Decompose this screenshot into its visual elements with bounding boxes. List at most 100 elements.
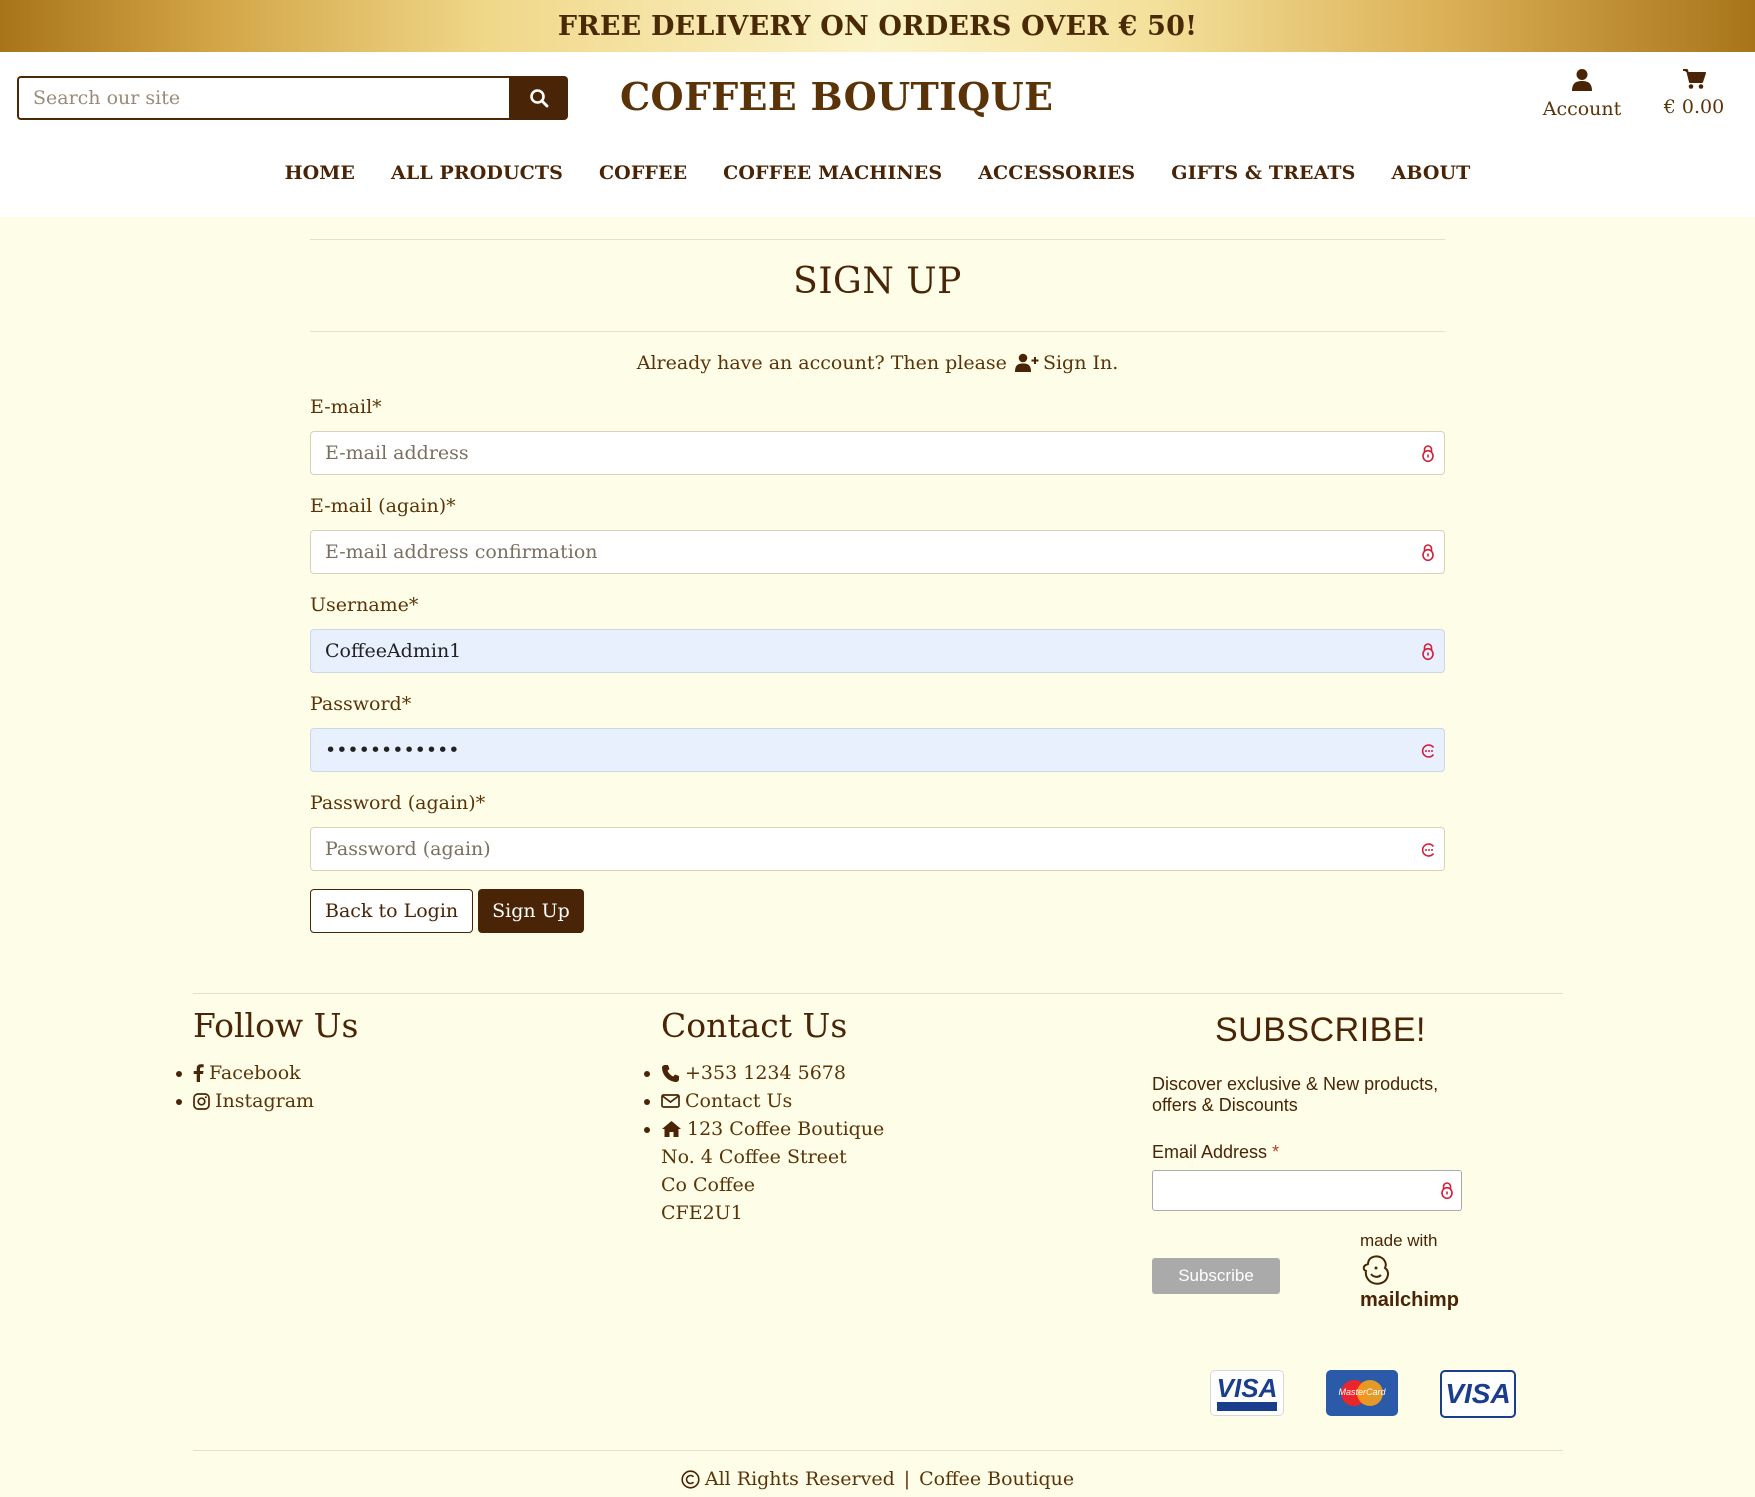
social-list: Facebook Instagram [175, 1059, 358, 1115]
visa-card-icon: VISA [1440, 1370, 1516, 1418]
nav-accessories[interactable]: ACCESSORIES [960, 162, 1153, 184]
mailchimp-logo-icon[interactable] [1360, 1254, 1392, 1286]
instagram-icon [193, 1092, 210, 1110]
username-field[interactable] [310, 629, 1445, 673]
copyright-text: All Rights Reserved [704, 1468, 895, 1490]
password-group: Password* [310, 693, 1445, 772]
home-icon [662, 1121, 681, 1137]
address-line-2: No. 4 Coffee Street [661, 1146, 847, 1168]
lock-icon [1441, 1182, 1453, 1200]
mailchimp-brand[interactable]: mailchimp [1360, 1289, 1459, 1312]
nav-gifts-treats[interactable]: GIFTS & TREATS [1153, 162, 1373, 184]
mastercard-text: MasterCard [1338, 1387, 1386, 1397]
subscribe-description: Discover exclusive & New products, offer… [1152, 1074, 1439, 1115]
subscribe-email-label: Email Address * [1152, 1142, 1279, 1163]
list-item: Facebook [175, 1059, 358, 1087]
lock-icon [1422, 445, 1434, 463]
signin-link[interactable]: Sign In. [1043, 352, 1118, 374]
phone-icon [662, 1064, 679, 1082]
site-header: COFFEE BOUTIQUE Account € 0.00 HOME ALL … [0, 52, 1755, 217]
cart-link[interactable]: € 0.00 [1660, 68, 1728, 118]
contact-us-title: Contact Us [661, 1006, 848, 1045]
nav-home[interactable]: HOME [267, 162, 373, 184]
list-item: 123 Coffee Boutique [643, 1115, 885, 1143]
cart-total: € 0.00 [1663, 96, 1725, 118]
password-again-group: Password (again)* [310, 792, 1445, 871]
list-item: Contact Us [643, 1087, 884, 1115]
signup-section: SIGN UP Already have an account? Then pl… [310, 239, 1445, 933]
address-line-3: Co Coffee [661, 1174, 755, 1196]
promo-banner: FREE DELIVERY ON ORDERS OVER € 50! [0, 0, 1755, 52]
email-again-group: E-mail (again)* [310, 495, 1445, 574]
subscribe-email-input[interactable] [1152, 1170, 1462, 1211]
user-plus-icon [1014, 353, 1039, 372]
address-line-1: 123 Coffee Boutique [687, 1118, 885, 1140]
footer-divider-bottom [193, 1450, 1563, 1451]
nav-coffee[interactable]: COFFEE [581, 162, 705, 184]
account-link[interactable]: Account [1540, 68, 1624, 120]
nav-coffee-machines[interactable]: COFFEE MACHINES [705, 162, 960, 184]
user-icon [1572, 69, 1592, 91]
visa-electron-band [1217, 1402, 1277, 1411]
lock-icon [1422, 643, 1434, 661]
contact-us-column: Contact Us +353 1234 5678 Contact Us 123… [643, 1006, 885, 1227]
divider [310, 331, 1445, 332]
nav-about[interactable]: ABOUT [1373, 162, 1488, 184]
password-manager-icon [1421, 744, 1435, 758]
copyright-icon [681, 1469, 700, 1489]
search-input[interactable] [17, 76, 509, 120]
list-item: +353 1234 5678 [643, 1059, 884, 1087]
mastercard-card-icon: MasterCard [1326, 1370, 1398, 1416]
promo-banner-text: FREE DELIVERY ON ORDERS OVER € 50! [557, 10, 1198, 42]
follow-us-title: Follow Us [193, 1006, 359, 1045]
username-input-wrap [310, 629, 1445, 673]
sign-up-button[interactable]: Sign Up [478, 889, 584, 933]
email-confirm-field[interactable] [310, 530, 1445, 574]
password-label: Password* [310, 693, 412, 715]
password-input-wrap [310, 728, 1445, 772]
made-with-text: made with [1360, 1231, 1438, 1250]
required-asterisk: * [1272, 1142, 1280, 1162]
divider [310, 239, 1445, 240]
subscribe-email-label-text: Email Address [1152, 1142, 1268, 1162]
contact-us-link[interactable]: Contact Us [685, 1087, 792, 1115]
follow-us-column: Follow Us Facebook Instagram [175, 1006, 359, 1115]
contact-list: +353 1234 5678 Contact Us 123 Coffee Bou… [643, 1059, 885, 1227]
visa-text: VISA [1445, 1378, 1511, 1409]
main-nav: HOME ALL PRODUCTS COFFEE COFFEE MACHINES… [0, 162, 1755, 184]
email-again-input-wrap [310, 530, 1445, 574]
email-again-label: E-mail (again)* [310, 495, 456, 517]
account-label: Account [1542, 98, 1622, 120]
copyright-bar: All Rights Reserved | Coffee Boutique [0, 1468, 1755, 1490]
facebook-icon [193, 1064, 204, 1082]
envelope-icon [661, 1094, 680, 1108]
lock-icon [1422, 544, 1434, 562]
copyright-company: Coffee Boutique [919, 1468, 1075, 1490]
search-form [17, 76, 568, 120]
subscribe-button[interactable]: Subscribe [1152, 1258, 1280, 1294]
password-confirm-field[interactable] [310, 827, 1445, 871]
signin-prompt-text: Already have an account? Then please [636, 352, 1007, 374]
password-field[interactable] [310, 728, 1445, 772]
visa-electron-card-icon: VISA [1210, 1370, 1284, 1416]
page-title: SIGN UP [793, 261, 962, 302]
copyright-separator: | [903, 1468, 911, 1490]
email-group: E-mail* [310, 396, 1445, 475]
instagram-link[interactable]: Instagram [215, 1087, 314, 1115]
signin-prompt: Already have an account? Then please Sig… [310, 352, 1445, 374]
footer-divider [193, 993, 1563, 994]
subscribe-title: SUBSCRIBE! [1215, 1011, 1426, 1049]
mastercard-circles: MasterCard [1337, 1378, 1387, 1408]
search-button[interactable] [509, 76, 568, 120]
back-to-login-button[interactable]: Back to Login [310, 889, 474, 933]
site-logo[interactable]: COFFEE BOUTIQUE [620, 74, 1053, 119]
nav-all-products[interactable]: ALL PRODUCTS [373, 162, 581, 184]
email-field[interactable] [310, 431, 1445, 475]
facebook-link[interactable]: Facebook [209, 1059, 301, 1087]
phone-number: +353 1234 5678 [685, 1062, 846, 1084]
visa-electron-text: VISA [1216, 1373, 1278, 1403]
subscribe-email-wrap [1152, 1170, 1462, 1211]
password-manager-icon [1421, 843, 1435, 857]
address-line-4: CFE2U1 [661, 1202, 743, 1224]
search-icon [529, 89, 548, 108]
